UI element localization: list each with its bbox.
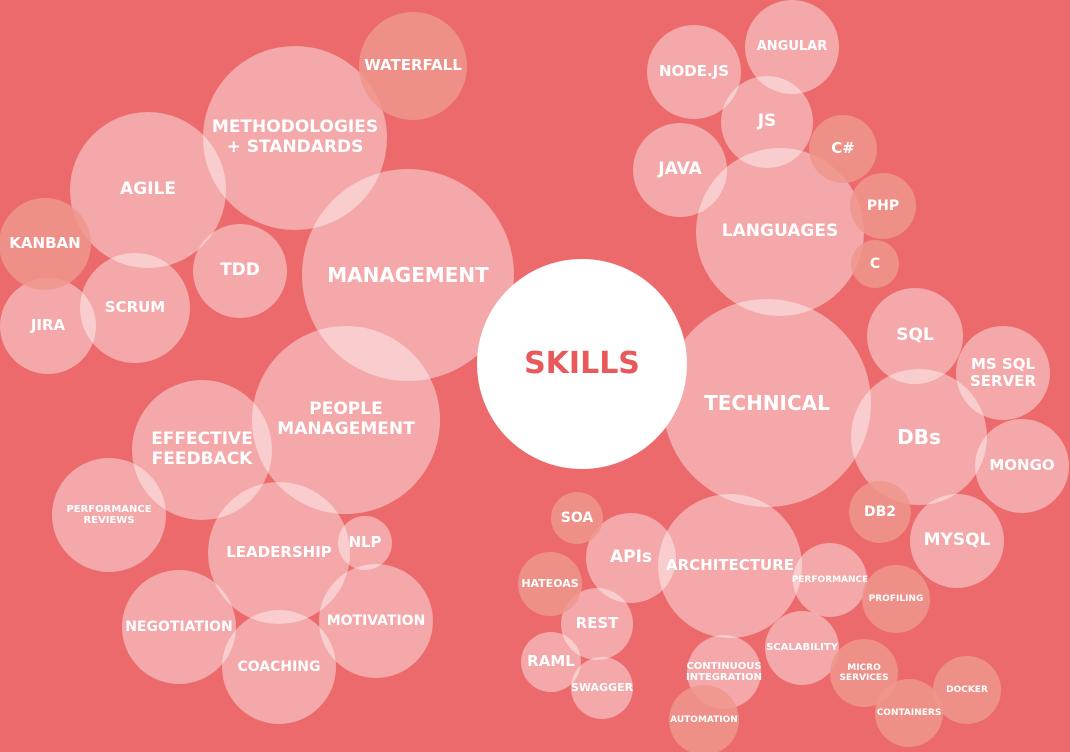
bubble-waterfall: WATERFALL bbox=[359, 12, 467, 120]
bubble-tdd: TDD bbox=[193, 224, 287, 318]
bubble-jira: JIRA bbox=[0, 278, 96, 374]
bubble-db2: DB2 bbox=[849, 481, 911, 543]
bubble-c: C bbox=[851, 240, 899, 288]
bubble-performance-reviews: PERFORMANCE REVIEWS bbox=[52, 458, 166, 572]
bubble-kanban: KANBAN bbox=[0, 198, 91, 290]
bubble-profiling: PROFILING bbox=[862, 565, 930, 633]
bubble-mysql: MYSQL bbox=[910, 494, 1004, 588]
bubble-scalability: SCALABILITY bbox=[765, 611, 839, 685]
bubble-c-sharp: C# bbox=[809, 115, 877, 183]
bubble-java: JAVA bbox=[633, 123, 727, 217]
bubble-raml: RAML bbox=[521, 632, 581, 692]
bubble-nlp: NLP bbox=[338, 516, 392, 570]
bubble-sql: SQL bbox=[867, 288, 963, 384]
bubble-performance: PERFORMANCE bbox=[792, 543, 868, 617]
bubble-technical: TECHNICAL bbox=[663, 299, 871, 507]
bubble-hateoas: HATEOAS bbox=[518, 552, 582, 616]
skills-bubble-diagram: WATERFALL METHODOLOGIES + STANDARDS AGILE M… bbox=[0, 0, 1070, 752]
bubble-soa: SOA bbox=[551, 492, 603, 544]
bubble-automation: AUTOMATION bbox=[669, 685, 739, 752]
bubble-mongo: MONGO bbox=[975, 419, 1069, 513]
bubble-php: PHP bbox=[850, 173, 916, 239]
bubble-scrum: SCRUM bbox=[80, 253, 190, 363]
bubble-containers: CONTAINERS bbox=[875, 679, 943, 747]
bubble-ms-sql-server: MS SQL SERVER bbox=[956, 326, 1050, 420]
bubble-motivation: MOTIVATION bbox=[319, 564, 433, 678]
bubble-negotiation: NEGOTIATION bbox=[122, 570, 236, 684]
bubble-coaching: COACHING bbox=[222, 610, 336, 724]
bubble-docker: DOCKER bbox=[933, 656, 1001, 724]
bubble-skills: SKILLS bbox=[477, 259, 687, 469]
bubble-js: JS bbox=[721, 76, 813, 168]
